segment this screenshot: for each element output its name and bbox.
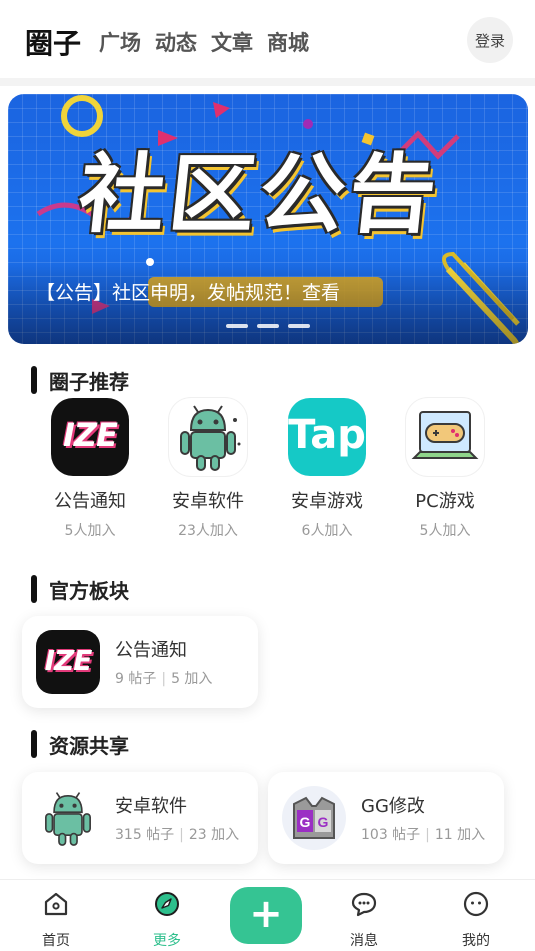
board-post-count: 9 帖子: [115, 671, 157, 687]
board-member-count: 11 加入: [434, 827, 486, 843]
chat-bubble-icon: [334, 890, 394, 918]
gg-icon: G G: [282, 786, 346, 850]
taptap-icon: Tap: [288, 398, 366, 476]
lze-logo-icon: IZE: [51, 398, 129, 476]
pc-gamepad-icon: [406, 398, 484, 476]
carousel-indicators: [226, 324, 310, 328]
board-name: GG修改: [361, 796, 425, 817]
circle-member-count: 5人加入: [64, 523, 116, 539]
board-member-count: 5 加入: [171, 671, 213, 687]
circle-name: 安卓软件: [172, 491, 244, 512]
circle-name: 公告通知: [54, 491, 126, 512]
nav-shop[interactable]: 商城: [267, 27, 309, 57]
plus-icon: +: [249, 890, 283, 937]
board-stats: 9 帖子 | 5 加入: [115, 671, 213, 687]
nav-feed[interactable]: 动态: [155, 27, 197, 57]
board-card-gg-modifier[interactable]: G G GG修改 103 帖子 | 11 加入: [268, 772, 504, 864]
home-icon: [26, 890, 86, 918]
announcement-banner[interactable]: 社区公告 【公告】社区申明，发帖规范！查看: [8, 94, 528, 344]
section-recommend-title: 圈子推荐: [31, 366, 129, 394]
tab-mine[interactable]: 我的: [446, 890, 506, 950]
carousel-dot[interactable]: [257, 324, 279, 328]
section-title-text: 官方板块: [49, 578, 129, 603]
carousel-dot[interactable]: [226, 324, 248, 328]
android-icon: [169, 398, 247, 476]
circle-member-count: 23人加入: [178, 523, 238, 539]
board-name: 公告通知: [115, 640, 187, 661]
svg-text:G: G: [300, 814, 311, 830]
tab-home[interactable]: 首页: [26, 890, 86, 950]
section-resources-title: 资源共享: [31, 730, 129, 758]
circle-name: PC游戏: [415, 491, 475, 512]
circle-member-count: 5人加入: [419, 523, 471, 539]
create-post-button[interactable]: +: [230, 887, 302, 944]
lze-logo-icon: IZE: [36, 630, 100, 694]
top-nav: 广场 动态 文章 商城: [99, 27, 309, 57]
board-card-announcement[interactable]: IZE 公告通知 9 帖子 | 5 加入: [22, 616, 258, 708]
banner-headline: 社区公告: [73, 145, 445, 245]
circle-item-announcement[interactable]: IZE 公告通知 5人加入: [35, 398, 145, 540]
circle-item-pc-games[interactable]: PC游戏 5人加入: [390, 398, 500, 540]
app-logo: 圈子: [25, 27, 82, 60]
banner-caption[interactable]: 【公告】社区申明，发帖规范！查看: [36, 278, 340, 305]
board-post-count: 315 帖子: [115, 827, 175, 843]
carousel-dot[interactable]: [288, 324, 310, 328]
section-title-text: 资源共享: [49, 733, 129, 758]
board-post-count: 103 帖子: [361, 827, 421, 843]
compass-icon: [137, 890, 197, 918]
nav-articles[interactable]: 文章: [211, 27, 253, 57]
section-title-text: 圈子推荐: [49, 369, 129, 394]
profile-face-icon: [446, 890, 506, 918]
tab-messages[interactable]: 消息: [334, 890, 394, 950]
tab-label: 首页: [42, 933, 70, 949]
divider: [0, 78, 535, 86]
board-stats: 315 帖子 | 23 加入: [115, 827, 240, 843]
nav-square[interactable]: 广场: [99, 27, 141, 57]
tab-label: 我的: [462, 933, 490, 949]
circle-item-android-games[interactable]: Tap 安卓游戏 6人加入: [272, 398, 382, 540]
section-marker: [31, 575, 37, 603]
android-icon: [36, 786, 100, 850]
board-member-count: 23 加入: [188, 827, 240, 843]
board-card-android-apps[interactable]: 安卓软件 315 帖子 | 23 加入: [22, 772, 258, 864]
section-official-title: 官方板块: [31, 575, 129, 603]
section-marker: [31, 730, 37, 758]
tab-more[interactable]: 更多: [137, 890, 197, 950]
section-marker: [31, 366, 37, 394]
circle-member-count: 6人加入: [301, 523, 353, 539]
circle-name: 安卓游戏: [291, 491, 363, 512]
circle-item-android-apps[interactable]: 安卓软件 23人加入: [153, 398, 263, 540]
svg-text:G: G: [318, 814, 329, 830]
bottom-nav: 首页 更多 + 消息 我的: [0, 879, 535, 951]
top-bar: 圈子 广场 动态 文章 商城 登录: [0, 0, 535, 78]
board-name: 安卓软件: [115, 796, 187, 817]
login-button[interactable]: 登录: [467, 17, 513, 63]
tab-label: 更多: [153, 933, 181, 949]
board-stats: 103 帖子 | 11 加入: [361, 827, 486, 843]
tab-label: 消息: [350, 933, 378, 949]
